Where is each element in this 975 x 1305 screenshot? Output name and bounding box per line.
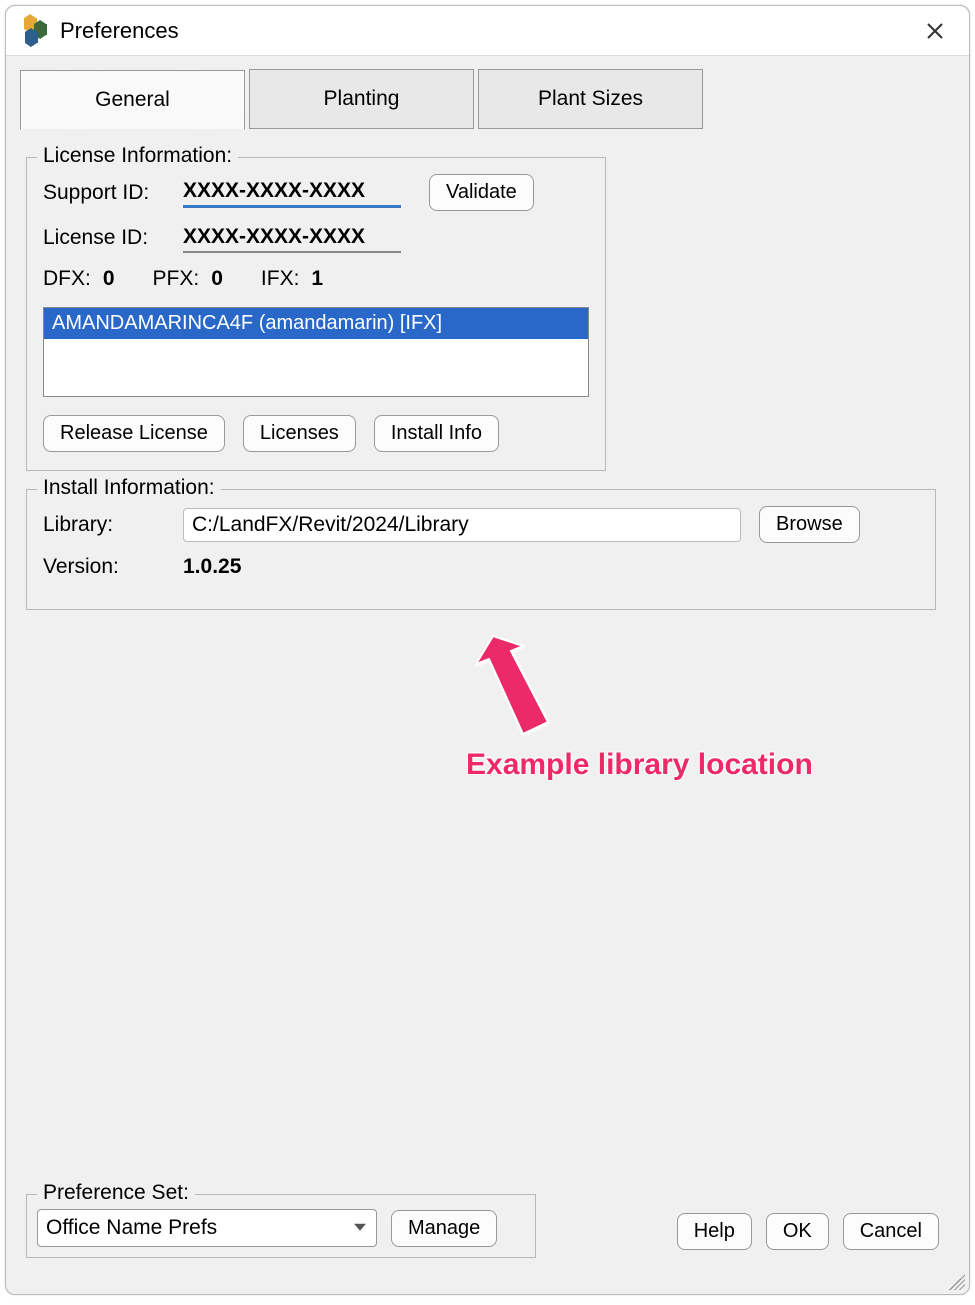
manage-button[interactable]: Manage (391, 1210, 497, 1247)
preference-set-legend: Preference Set: (37, 1181, 195, 1205)
license-id-input[interactable] (183, 223, 401, 253)
licenses-button[interactable]: Licenses (243, 415, 356, 452)
list-item[interactable]: AMANDAMARINCA4F (amandamarin) [IFX] (44, 308, 588, 339)
annotation-arrow (443, 624, 623, 789)
preferences-dialog: Preferences General Planting Plant Sizes… (5, 5, 970, 1295)
ok-button[interactable]: OK (766, 1213, 829, 1250)
annotation-text: Example library location (466, 748, 813, 782)
library-path-input[interactable] (183, 508, 741, 542)
preference-set-selected: Office Name Prefs (46, 1216, 217, 1240)
dfx-label: DFX: (43, 267, 91, 290)
license-legend: License Information: (37, 144, 238, 168)
resize-grip[interactable] (949, 1274, 965, 1290)
pfx-label: PFX: (153, 267, 200, 290)
titlebar: Preferences (6, 6, 969, 56)
support-id-input[interactable] (183, 177, 401, 208)
validate-button[interactable]: Validate (429, 174, 534, 211)
install-legend: Install Information: (37, 476, 221, 500)
tab-planting[interactable]: Planting (249, 69, 474, 129)
install-info-button[interactable]: Install Info (374, 415, 499, 452)
close-icon (926, 22, 944, 40)
library-label: Library: (43, 513, 183, 537)
release-license-button[interactable]: Release License (43, 415, 225, 452)
support-id-label: Support ID: (43, 181, 183, 205)
dfx-value: 0 (103, 267, 115, 290)
version-value: 1.0.25 (183, 555, 241, 579)
version-label: Version: (43, 555, 183, 579)
preference-set-group: Preference Set: Office Name Prefs Manage (26, 1194, 536, 1258)
license-listbox[interactable]: AMANDAMARINCA4F (amandamarin) [IFX] (43, 307, 589, 397)
help-button[interactable]: Help (677, 1213, 752, 1250)
cancel-button[interactable]: Cancel (843, 1213, 939, 1250)
ifx-value: 1 (311, 267, 323, 290)
ifx-label: IFX: (261, 267, 300, 290)
license-information-group: License Information: Support ID: Validat… (26, 157, 606, 471)
tabs: General Planting Plant Sizes (6, 56, 969, 129)
tab-general[interactable]: General (20, 70, 245, 130)
license-counts: DFX: 0 PFX: 0 IFX: 1 (43, 267, 589, 291)
app-icon (20, 16, 50, 46)
browse-button[interactable]: Browse (759, 506, 860, 543)
license-id-label: License ID: (43, 226, 183, 250)
dialog-footer-buttons: Help OK Cancel (677, 1213, 939, 1250)
tab-plant-sizes[interactable]: Plant Sizes (478, 69, 703, 129)
install-information-group: Install Information: Library: Browse Ver… (26, 489, 936, 610)
window-title: Preferences (60, 18, 179, 44)
pfx-value: 0 (211, 267, 223, 290)
close-button[interactable] (915, 11, 955, 51)
preference-set-combo[interactable]: Office Name Prefs (37, 1209, 377, 1247)
